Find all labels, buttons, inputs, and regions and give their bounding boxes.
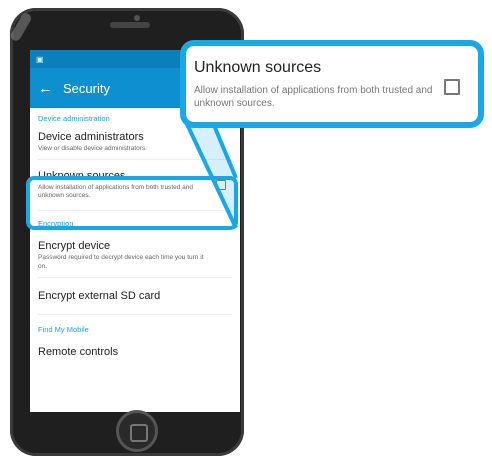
callout-checkbox[interactable] — [444, 79, 460, 95]
unknown-sources-callout: Unknown sources Allow installation of ap… — [180, 40, 484, 128]
callout-subtitle: Allow installation of applications from … — [194, 85, 433, 109]
callout-title: Unknown sources — [194, 59, 322, 76]
